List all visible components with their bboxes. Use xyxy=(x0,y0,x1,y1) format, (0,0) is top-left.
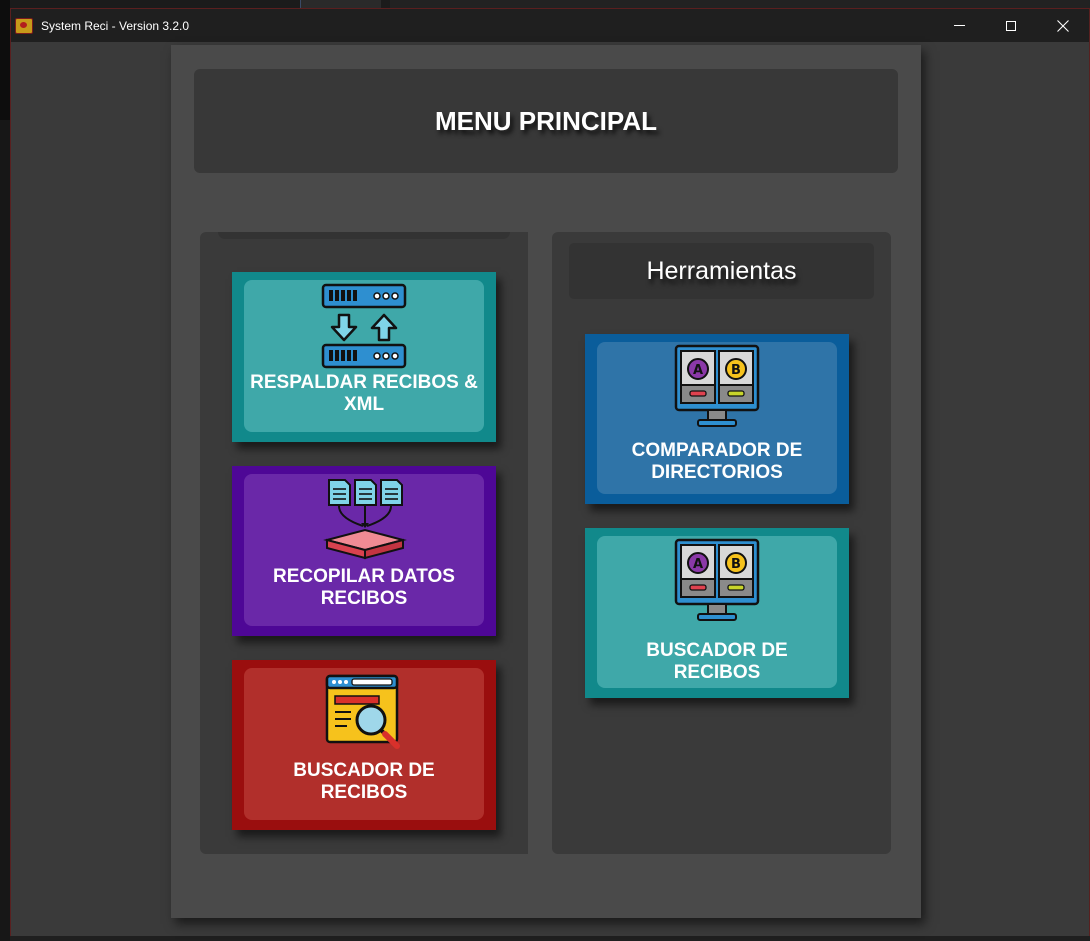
title-bar[interactable]: System Reci - Version 3.2.0 xyxy=(11,9,1089,42)
background-tab xyxy=(300,0,381,8)
button-face: RECOPILAR DATOS RECIBOS xyxy=(244,474,484,626)
close-icon xyxy=(1057,19,1069,32)
button-label: BUSCADOR DE RECIBOS xyxy=(293,760,435,803)
button-label: COMPARADOR DE DIRECTORIOS xyxy=(631,440,803,483)
tools-panel: Herramientas A B COMPARADOR DE DIRECTORI… xyxy=(552,232,891,854)
documents-merge-icon xyxy=(323,479,407,560)
buscador-recibos-tool-button[interactable]: A B BUSCADOR DE RECIBOS xyxy=(585,528,849,698)
server-transfer-icon xyxy=(321,283,407,369)
window-controls xyxy=(933,9,1089,42)
background-block xyxy=(0,0,10,120)
close-button[interactable] xyxy=(1037,9,1089,42)
buscador-recibos-button[interactable]: BUSCADOR DE RECIBOS xyxy=(232,660,496,830)
app-window: System Reci - Version 3.2.0 MENU PRINCIP… xyxy=(10,8,1090,936)
background-strip xyxy=(390,0,1090,8)
browser-search-icon xyxy=(325,674,400,749)
button-face: A B BUSCADOR DE RECIBOS xyxy=(597,536,837,688)
button-label: RESPALDAR RECIBOS & XML xyxy=(250,372,478,415)
maximize-button[interactable] xyxy=(985,9,1037,42)
maximize-icon xyxy=(1006,20,1016,31)
main-menu-panel: MENU PRINCIPAL RESPALDAR RECIBOS & XML R… xyxy=(171,45,921,918)
monitor-compare-ab-icon: A B xyxy=(674,538,760,621)
page-title: MENU PRINCIPAL xyxy=(194,69,898,173)
minimize-button[interactable] xyxy=(933,9,985,42)
respaldar-recibos-button[interactable]: RESPALDAR RECIBOS & XML xyxy=(232,272,496,442)
desktop-background-top xyxy=(0,0,1090,8)
monitor-compare-ab-icon: A B xyxy=(674,344,760,427)
left-menu-panel: RESPALDAR RECIBOS & XML RECOPILAR DATOS … xyxy=(200,232,528,854)
panel-tab-stub xyxy=(218,232,510,239)
svg-text:A: A xyxy=(693,363,703,378)
svg-text:B: B xyxy=(731,363,741,378)
minimize-icon xyxy=(953,25,965,26)
app-logo-icon xyxy=(15,17,33,34)
button-label: BUSCADOR DE RECIBOS xyxy=(646,640,788,683)
svg-text:A: A xyxy=(693,557,703,572)
button-label: RECOPILAR DATOS RECIBOS xyxy=(273,566,455,609)
window-content: MENU PRINCIPAL RESPALDAR RECIBOS & XML R… xyxy=(11,42,1089,936)
button-face: RESPALDAR RECIBOS & XML xyxy=(244,280,484,432)
comparador-directorios-button[interactable]: A B COMPARADOR DE DIRECTORIOS xyxy=(585,334,849,504)
svg-text:B: B xyxy=(731,557,741,572)
window-title: System Reci - Version 3.2.0 xyxy=(41,18,190,33)
desktop-background-left xyxy=(0,0,10,941)
button-face: A B COMPARADOR DE DIRECTORIOS xyxy=(597,342,837,494)
tools-panel-title: Herramientas xyxy=(569,243,874,299)
recopilar-datos-button[interactable]: RECOPILAR DATOS RECIBOS xyxy=(232,466,496,636)
button-face: BUSCADOR DE RECIBOS xyxy=(244,668,484,820)
